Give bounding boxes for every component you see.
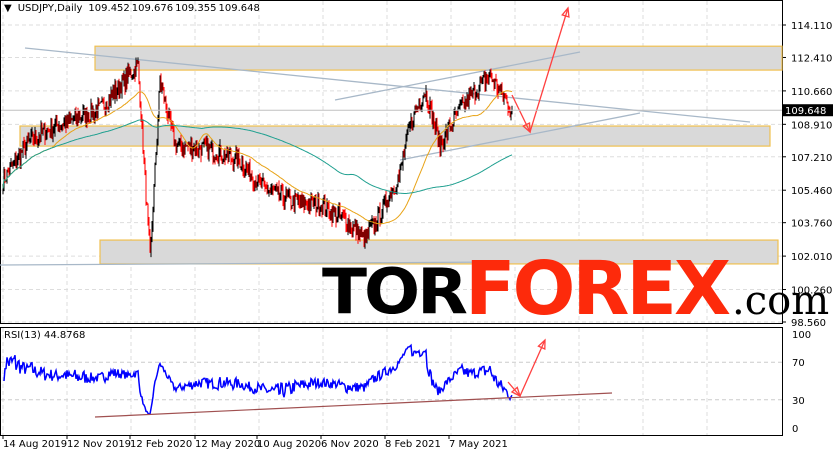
logo-com: .com (732, 278, 830, 324)
torforex-logo: TOR FOREX .com (322, 246, 829, 332)
price-axis-label: 114.110 (791, 21, 832, 32)
time-axis-label: 12 Nov 2019 (67, 439, 131, 450)
support-resistance-zone (19, 125, 771, 147)
logo-tor: TOR (322, 254, 468, 329)
ohlc-close: 109.648 (218, 3, 260, 14)
price-axis-label: 112.410 (791, 53, 832, 64)
rsi-header: RSI(13) 44.8768 (4, 330, 86, 341)
price-chart[interactable]: 114.110 112.410 110.660 108.910 107.210 105.4… (0, 0, 834, 456)
ohlc-open: 109.452 (88, 3, 130, 14)
symbol-label: USDJPY,Daily (17, 3, 83, 14)
rsi-panel (0, 327, 783, 436)
logo-forex: FOREX (464, 246, 731, 332)
time-axis-label: 12 Feb 2020 (130, 439, 192, 450)
time-axis-label: 7 May 2021 (449, 439, 508, 450)
rsi-axis-label: 30 (792, 396, 805, 407)
price-axis-label: 107.210 (791, 153, 832, 164)
ohlc-low: 109.355 (175, 3, 217, 14)
price-axis-label: 103.760 (791, 219, 832, 230)
rsi-axis-label: 70 (792, 358, 805, 369)
time-axis-label: 6 Nov 2020 (321, 439, 379, 450)
price-axis-label: 108.910 (791, 120, 832, 131)
rsi-axis-label: 0 (792, 424, 798, 435)
current-price-label: 109.648 (785, 106, 826, 117)
dropdown-triangle-icon[interactable]: ▼ (4, 3, 12, 14)
time-axis-label: 10 Aug 2020 (257, 439, 321, 450)
chart-header: ▼ USDJPY,Daily 109.452 109.676 109.355 1… (4, 3, 260, 14)
ohlc-high: 109.676 (131, 3, 174, 14)
support-resistance-zone (94, 45, 783, 71)
price-axis-label: 110.660 (791, 87, 832, 98)
time-axis-label: 8 Feb 2021 (385, 439, 441, 450)
time-axis-label: 12 May 2020 (195, 439, 260, 450)
price-axis-label: 105.460 (791, 186, 832, 197)
time-axis-label: 14 Aug 2019 (3, 439, 67, 450)
